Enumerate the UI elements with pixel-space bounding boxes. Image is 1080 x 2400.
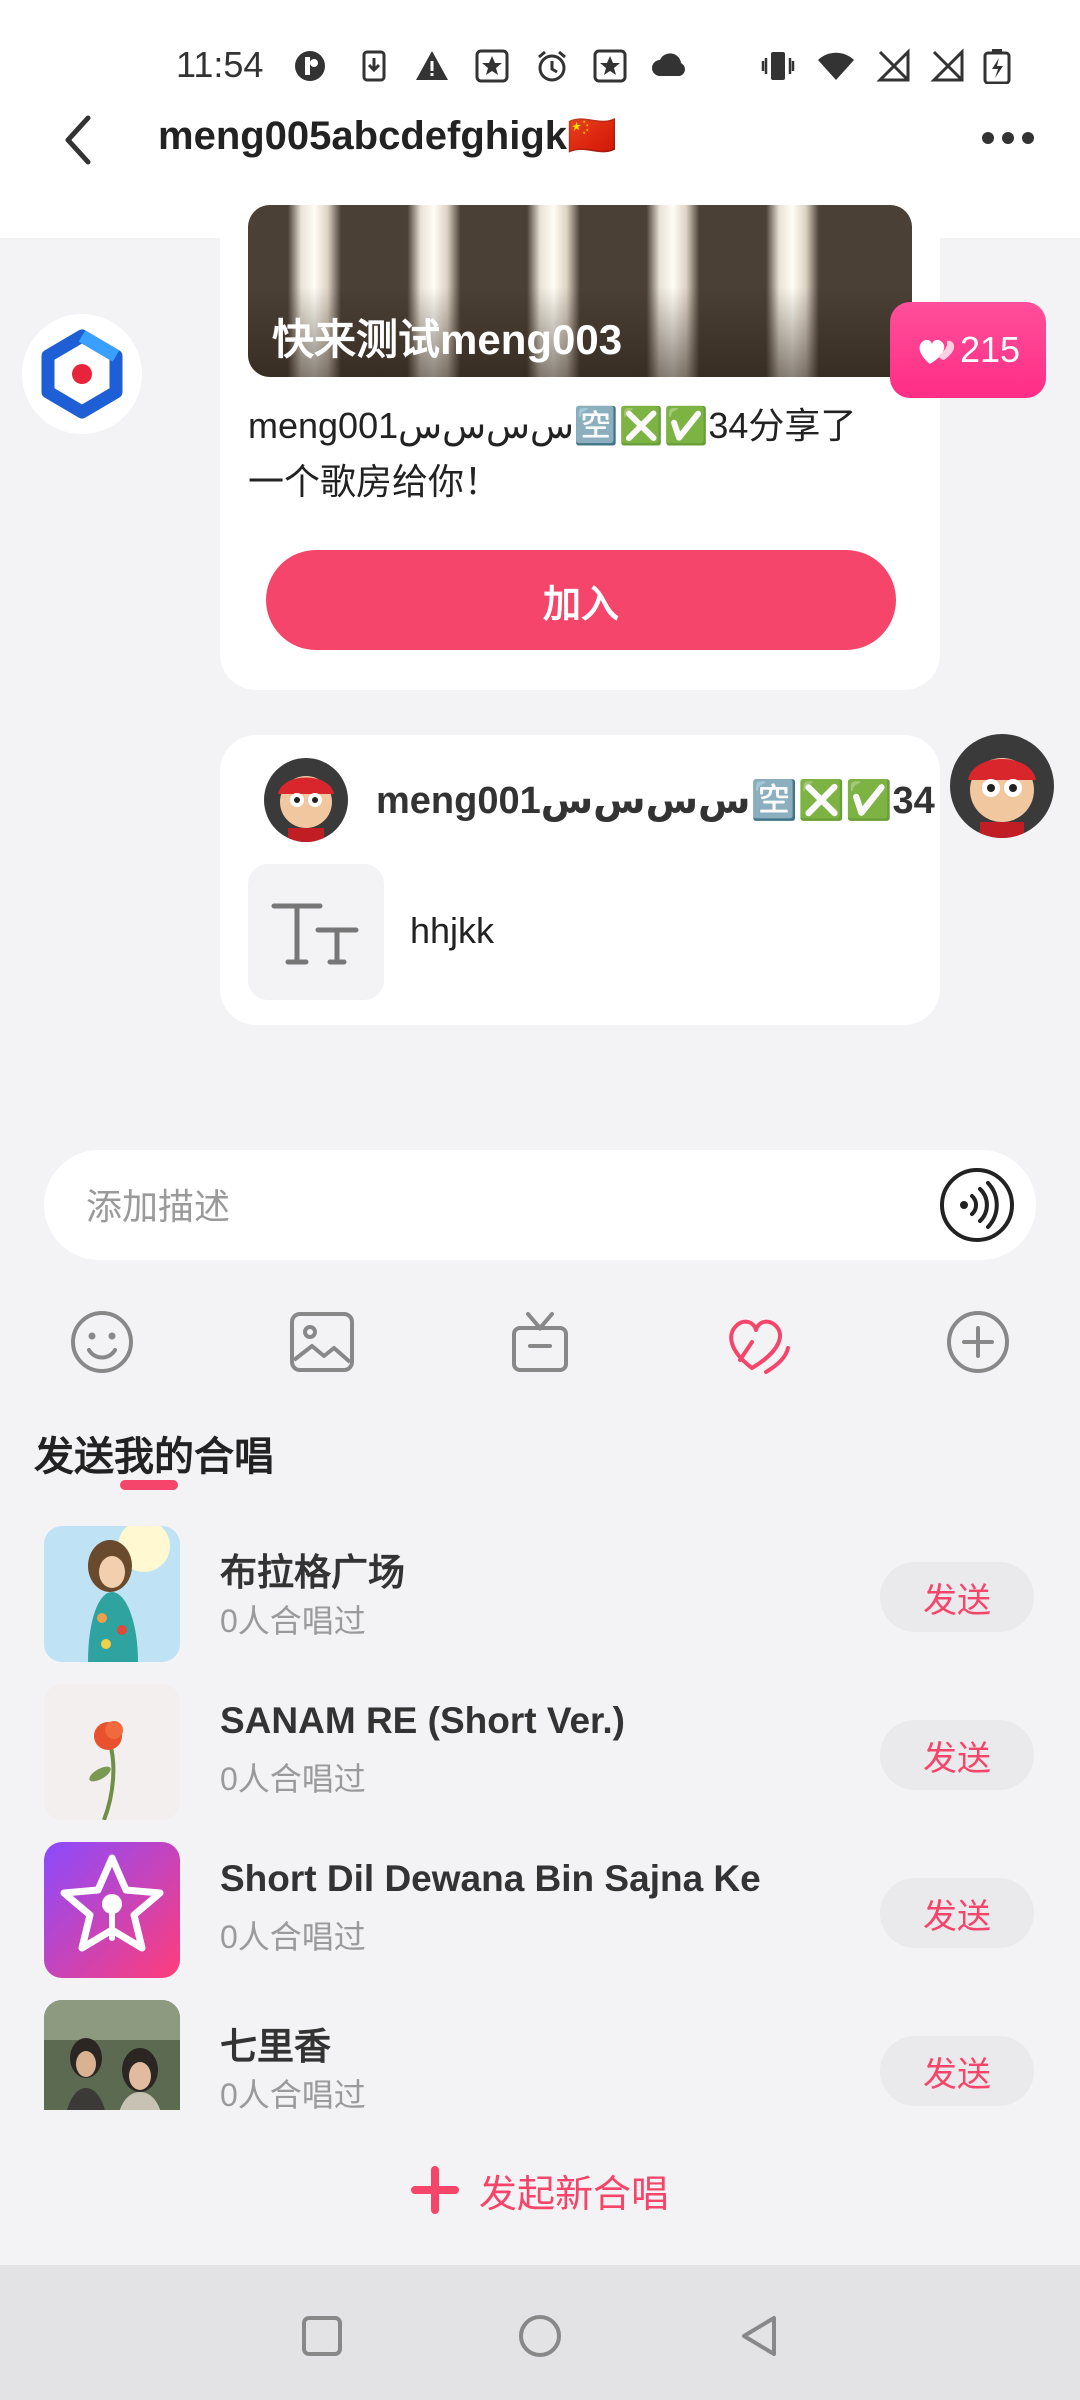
song-cover	[44, 2000, 180, 2110]
double-heart-icon	[919, 339, 955, 364]
song-cover	[44, 1526, 180, 1662]
text-type-icon	[271, 903, 359, 965]
song-title: Short Dil Dewana Bin Sajna Ke	[220, 1858, 761, 1899]
image-icon[interactable]	[286, 1306, 358, 1378]
like-count: 215	[959, 329, 1021, 370]
emoji-icon[interactable]	[66, 1306, 138, 1378]
like-count-badge[interactable]: 215	[890, 302, 1046, 398]
share-message: meng001ﺱﺱﺱﺱ🈳❎✅34分享了一个歌房给你！	[248, 405, 857, 502]
section-title: 发送我的合唱	[34, 1435, 274, 1479]
message-username: meng001ﺱﺱﺱﺱ🈳❎✅34	[376, 780, 935, 822]
alarm-icon	[538, 50, 566, 82]
song-cover	[44, 1684, 180, 1820]
song-duet-count: 0人合唱过	[220, 1761, 366, 1797]
star-badge-icon	[593, 49, 627, 83]
battery-charging-icon	[983, 49, 1011, 84]
home-icon[interactable]	[516, 2312, 564, 2360]
song-row[interactable]: 布拉格广场 0人合唱过 发送	[0, 1510, 1080, 1668]
plus-icon	[410, 2166, 459, 2214]
send-button[interactable]: 发送	[880, 2036, 1034, 2106]
song-row[interactable]: 七里香 0人合唱过 发送	[0, 1984, 1080, 2110]
send-button[interactable]: 发送	[880, 1720, 1034, 1790]
send-button[interactable]: 发送	[880, 1562, 1034, 1632]
no-signal-icon	[930, 48, 964, 82]
room-title: 快来测试meng003	[272, 316, 623, 363]
song-row[interactable]: SANAM RE (Short Ver.) 0人合唱过 发送	[0, 1668, 1080, 1826]
back-nav-icon[interactable]	[736, 2312, 784, 2360]
duet-song-list[interactable]: 布拉格广场 0人合唱过 发送 SANAM RE (Short Ver.) 0人合…	[0, 1510, 1080, 2110]
chevron-left-icon[interactable]	[56, 110, 100, 170]
starmaker-logo-icon	[44, 1842, 180, 1978]
description-input[interactable]	[84, 1182, 908, 1232]
gift-icon[interactable]	[504, 1306, 576, 1378]
duet-heart-icon[interactable]	[722, 1306, 794, 1378]
status-time: 11:54	[176, 44, 264, 85]
song-title: 布拉格广场	[220, 1552, 405, 1593]
song-row[interactable]: Short Dil Dewana Bin Sajna Ke 0人合唱过 发送	[0, 1826, 1080, 1984]
sender-avatar[interactable]	[950, 734, 1054, 838]
wifi-icon	[818, 52, 854, 80]
send-button[interactable]: 发送	[880, 1878, 1034, 1948]
no-signal-icon	[876, 48, 910, 82]
vibrate-icon	[761, 52, 795, 80]
song-title: SANAM RE (Short Ver.)	[220, 1700, 625, 1741]
message-user-avatar[interactable]	[264, 758, 348, 842]
chat-title: meng005abcdefghigk🇨🇳	[158, 114, 617, 158]
more-dots-icon[interactable]	[978, 128, 1038, 148]
voice-wave-icon[interactable]	[938, 1166, 1016, 1244]
song-duet-count: 0人合唱过	[220, 2077, 366, 2110]
cloud-icon	[652, 53, 685, 76]
song-title: 七里香	[220, 2026, 331, 2067]
plus-circle-icon[interactable]	[942, 1306, 1014, 1378]
start-new-duet-button[interactable]: 发起新合唱	[0, 2150, 1080, 2230]
song-duet-count: 0人合唱过	[220, 1603, 366, 1639]
download-icon	[362, 50, 386, 82]
start-new-duet-label: 发起新合唱	[478, 2173, 669, 2216]
song-duet-count: 0人合唱过	[220, 1919, 366, 1955]
star-badge-icon	[475, 49, 509, 83]
text-type-box	[248, 864, 384, 1000]
recents-icon[interactable]	[298, 2312, 346, 2360]
join-button[interactable]: 加入	[266, 550, 896, 650]
warning-icon	[416, 51, 448, 80]
app-notification-icon	[295, 51, 325, 81]
section-underline	[120, 1480, 178, 1490]
bot-avatar[interactable]	[22, 314, 142, 434]
message-content: hhjkk	[410, 910, 495, 951]
